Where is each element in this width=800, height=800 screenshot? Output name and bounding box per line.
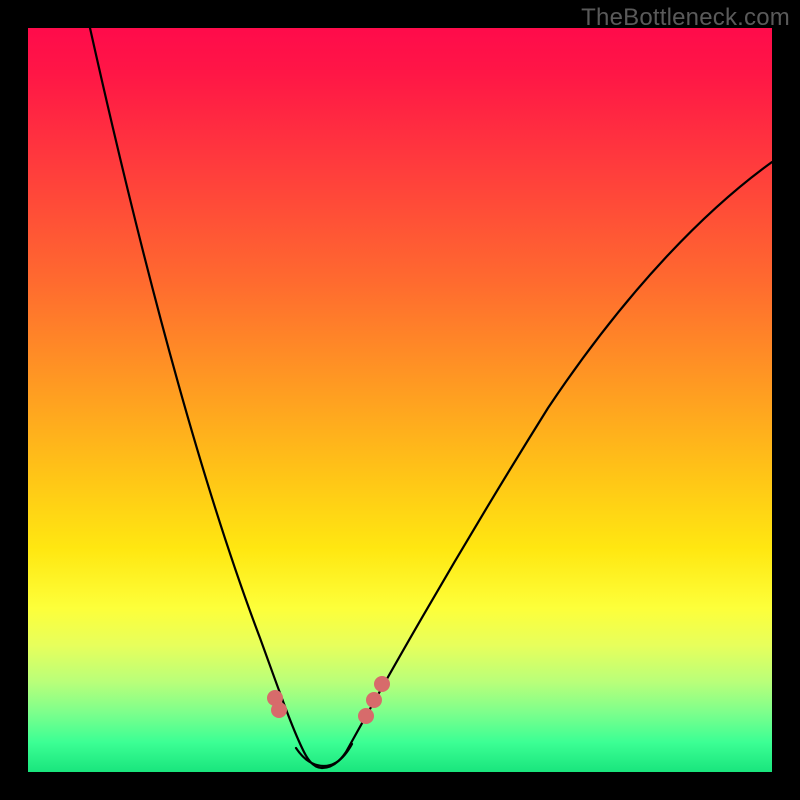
plot-area xyxy=(28,28,772,772)
curve-right-branch xyxy=(322,162,772,768)
bottleneck-curve xyxy=(28,28,772,772)
marker-dot xyxy=(374,676,390,692)
chart-frame: TheBottleneck.com xyxy=(0,0,800,800)
marker-dot xyxy=(271,702,287,718)
watermark-text: TheBottleneck.com xyxy=(581,4,790,32)
marker-dot xyxy=(358,708,374,724)
marker-dot xyxy=(366,692,382,708)
curve-left-branch xyxy=(90,28,322,768)
